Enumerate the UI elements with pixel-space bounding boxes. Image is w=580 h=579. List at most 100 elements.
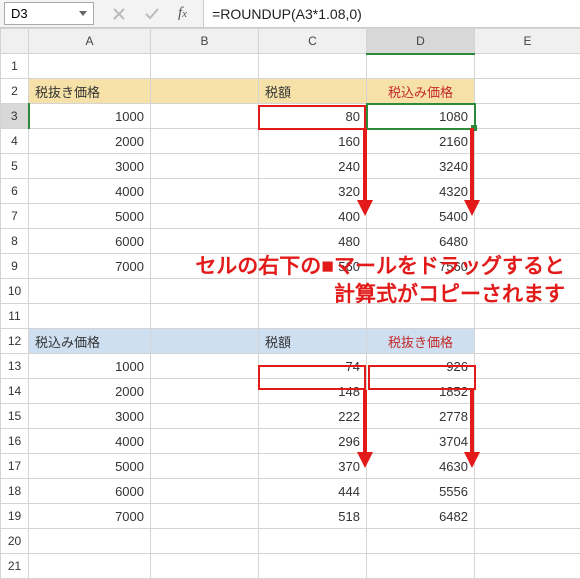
col-header-D[interactable]: D bbox=[367, 29, 475, 54]
cell[interactable]: 240 bbox=[259, 154, 367, 179]
cell[interactable]: 160 bbox=[259, 129, 367, 154]
row-header[interactable]: 7 bbox=[1, 204, 29, 229]
cell[interactable] bbox=[151, 479, 259, 504]
cell[interactable]: 7000 bbox=[29, 504, 151, 529]
cell[interactable] bbox=[151, 179, 259, 204]
cell[interactable]: 4000 bbox=[29, 179, 151, 204]
row-header[interactable]: 19 bbox=[1, 504, 29, 529]
cell[interactable]: 3240 bbox=[367, 154, 475, 179]
cell[interactable] bbox=[475, 79, 580, 104]
cell[interactable]: 1000 bbox=[29, 354, 151, 379]
cell[interactable] bbox=[151, 454, 259, 479]
col-header-E[interactable]: E bbox=[475, 29, 580, 54]
row-header[interactable]: 17 bbox=[1, 454, 29, 479]
cell[interactable]: 370 bbox=[259, 454, 367, 479]
header-tax-inclusive[interactable]: 税込み価格 bbox=[367, 79, 475, 104]
cell[interactable] bbox=[151, 504, 259, 529]
cell[interactable] bbox=[475, 504, 580, 529]
cell[interactable] bbox=[151, 354, 259, 379]
cell[interactable]: 6000 bbox=[29, 229, 151, 254]
cell[interactable]: 3000 bbox=[29, 154, 151, 179]
row-header[interactable]: 6 bbox=[1, 179, 29, 204]
cell[interactable] bbox=[259, 529, 367, 554]
row-header[interactable]: 5 bbox=[1, 154, 29, 179]
cell[interactable]: 2778 bbox=[367, 404, 475, 429]
row-header[interactable]: 4 bbox=[1, 129, 29, 154]
cell[interactable] bbox=[475, 54, 580, 79]
cell[interactable] bbox=[151, 204, 259, 229]
header-tax-exclusive[interactable]: 税抜き価格 bbox=[367, 329, 475, 354]
formula-input[interactable]: =ROUNDUP(A3*1.08,0) bbox=[203, 0, 580, 27]
cell[interactable] bbox=[475, 204, 580, 229]
active-cell[interactable]: 1080 bbox=[367, 104, 475, 129]
row-header[interactable]: 14 bbox=[1, 379, 29, 404]
row-header[interactable]: 8 bbox=[1, 229, 29, 254]
cell[interactable] bbox=[151, 129, 259, 154]
cell[interactable]: 444 bbox=[259, 479, 367, 504]
name-box[interactable]: D3 bbox=[4, 2, 94, 25]
cancel-icon[interactable] bbox=[112, 7, 126, 21]
cell[interactable]: 80 bbox=[259, 104, 367, 129]
row-header[interactable]: 18 bbox=[1, 479, 29, 504]
cell[interactable] bbox=[151, 104, 259, 129]
cell[interactable] bbox=[475, 379, 580, 404]
cell[interactable] bbox=[151, 329, 259, 354]
cell[interactable]: 1000 bbox=[29, 104, 151, 129]
cell[interactable] bbox=[475, 454, 580, 479]
header-tax-amount[interactable]: 税額 bbox=[259, 329, 367, 354]
cell[interactable] bbox=[151, 54, 259, 79]
cell[interactable] bbox=[29, 554, 151, 579]
col-header-A[interactable]: A bbox=[29, 29, 151, 54]
header-tax-amount[interactable]: 税額 bbox=[259, 79, 367, 104]
row-header[interactable]: 13 bbox=[1, 354, 29, 379]
cell[interactable]: 6000 bbox=[29, 479, 151, 504]
cell[interactable] bbox=[151, 554, 259, 579]
cell[interactable]: 320 bbox=[259, 179, 367, 204]
cell[interactable] bbox=[475, 129, 580, 154]
cell[interactable] bbox=[151, 229, 259, 254]
cell[interactable] bbox=[475, 354, 580, 379]
row-header[interactable]: 21 bbox=[1, 554, 29, 579]
cell[interactable] bbox=[29, 529, 151, 554]
cell[interactable] bbox=[475, 229, 580, 254]
cell[interactable] bbox=[475, 479, 580, 504]
cell[interactable]: 4630 bbox=[367, 454, 475, 479]
cell[interactable]: 296 bbox=[259, 429, 367, 454]
col-header-C[interactable]: C bbox=[259, 29, 367, 54]
cell[interactable] bbox=[475, 179, 580, 204]
cell[interactable] bbox=[475, 404, 580, 429]
cell[interactable] bbox=[475, 329, 580, 354]
cell[interactable]: 5000 bbox=[29, 454, 151, 479]
cell[interactable]: 74 bbox=[259, 354, 367, 379]
header-tax-inclusive[interactable]: 税込み価格 bbox=[29, 329, 151, 354]
col-header-B[interactable]: B bbox=[151, 29, 259, 54]
cell[interactable]: 1852 bbox=[367, 379, 475, 404]
cell[interactable] bbox=[367, 554, 475, 579]
header-tax-exclusive[interactable]: 税抜き価格 bbox=[29, 79, 151, 104]
cell[interactable]: 2160 bbox=[367, 129, 475, 154]
cell[interactable] bbox=[475, 104, 580, 129]
row-header[interactable]: 1 bbox=[1, 54, 29, 79]
fx-icon[interactable]: fx bbox=[178, 5, 187, 22]
cell[interactable]: 3704 bbox=[367, 429, 475, 454]
cell[interactable] bbox=[475, 429, 580, 454]
cell[interactable]: 6482 bbox=[367, 504, 475, 529]
cell[interactable]: 400 bbox=[259, 204, 367, 229]
cell[interactable]: 2000 bbox=[29, 129, 151, 154]
cell[interactable] bbox=[151, 79, 259, 104]
row-header[interactable]: 20 bbox=[1, 529, 29, 554]
cell[interactable]: 5556 bbox=[367, 479, 475, 504]
cell[interactable] bbox=[151, 404, 259, 429]
confirm-icon[interactable] bbox=[144, 7, 160, 21]
cell[interactable] bbox=[29, 54, 151, 79]
cell[interactable] bbox=[367, 54, 475, 79]
cell[interactable]: 4320 bbox=[367, 179, 475, 204]
cell[interactable]: 4000 bbox=[29, 429, 151, 454]
cell[interactable]: 3000 bbox=[29, 404, 151, 429]
cell[interactable] bbox=[151, 379, 259, 404]
cell[interactable]: 5400 bbox=[367, 204, 475, 229]
cell[interactable] bbox=[475, 529, 580, 554]
cell[interactable]: 518 bbox=[259, 504, 367, 529]
cell[interactable] bbox=[259, 554, 367, 579]
cell[interactable]: 5000 bbox=[29, 204, 151, 229]
